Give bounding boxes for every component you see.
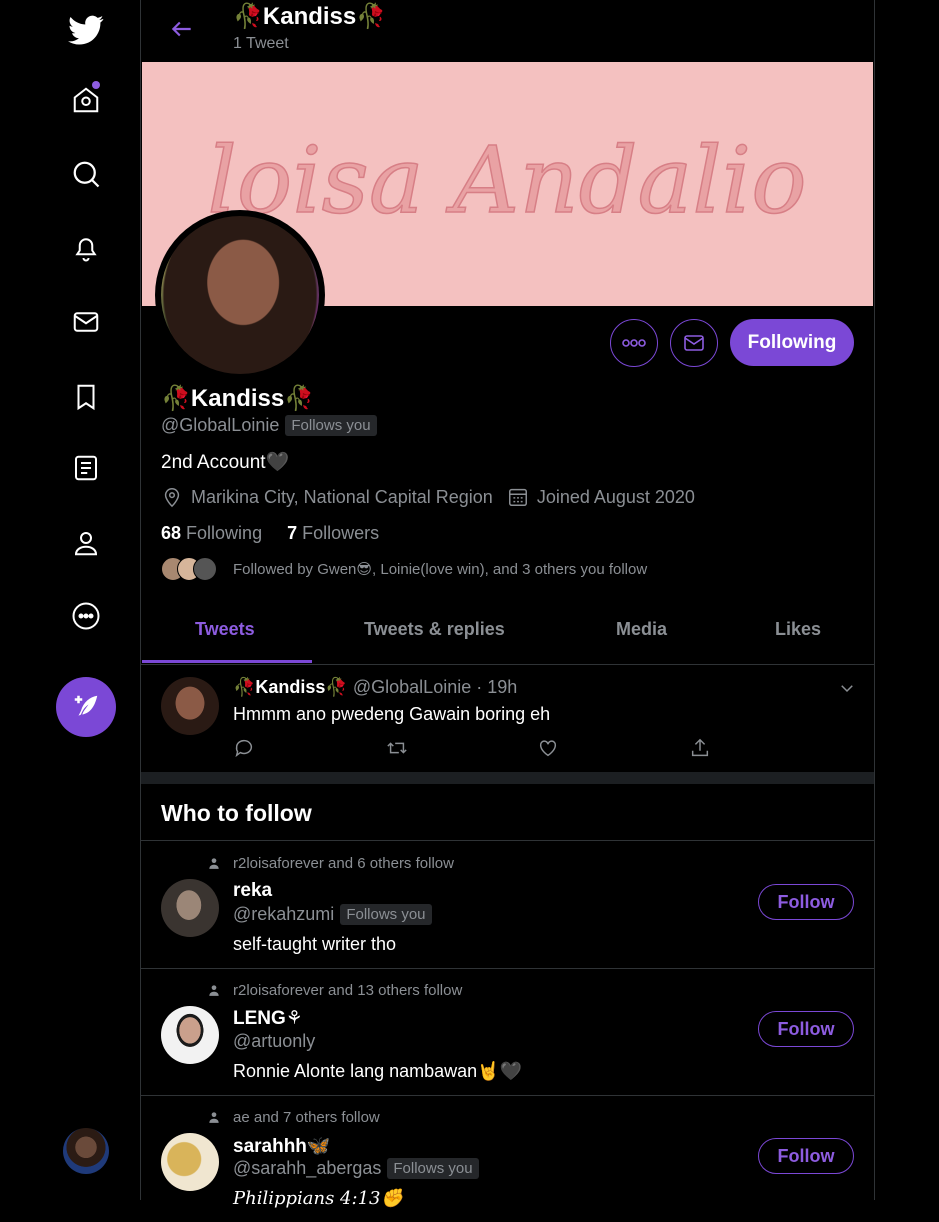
- following-count: 68: [161, 523, 182, 543]
- tab-media[interactable]: Media: [616, 619, 667, 640]
- suggestion-item[interactable]: r2loisaforever and 6 others follow reka …: [141, 841, 874, 969]
- share-icon[interactable]: [689, 737, 711, 764]
- messages-icon[interactable]: [56, 292, 116, 352]
- tweet-text: Hmmm ano pwedeng Gawain boring eh: [233, 704, 551, 724]
- suggestion-avatar[interactable]: [161, 879, 219, 937]
- notifications-icon[interactable]: [56, 218, 116, 278]
- sidebar-nav: [0, 0, 140, 1200]
- follow-button[interactable]: Follow: [758, 1011, 854, 1047]
- profile-tabs: Tweets Tweets & replies Media Likes: [141, 600, 874, 665]
- bookmarks-icon[interactable]: [56, 367, 116, 427]
- retweet-icon[interactable]: [385, 737, 409, 764]
- envelope-icon: [684, 335, 704, 351]
- chevron-down-icon[interactable]: [838, 679, 856, 702]
- profile-location: Marikina City, National Capital Region: [191, 486, 493, 507]
- more-dots-icon: [622, 339, 646, 347]
- following-label: Following: [186, 523, 263, 543]
- person-icon: [209, 1112, 219, 1123]
- suggestion-context-text: r2loisaforever and 13 others follow: [233, 982, 463, 999]
- who-to-follow-title: Who to follow: [161, 800, 312, 826]
- suggestion-bio: Philippians 4:13✊: [233, 1188, 403, 1209]
- followers-label: Followers: [302, 523, 380, 543]
- suggestion-avatar[interactable]: [161, 1133, 219, 1191]
- suggestion-context: ae and 7 others follow: [209, 1109, 380, 1126]
- home-icon[interactable]: [56, 70, 116, 130]
- follows-you-badge: Follows you: [285, 415, 377, 436]
- profile-avatar[interactable]: [155, 210, 325, 380]
- tweet-author-handle: @GlobalLoinie: [352, 677, 472, 697]
- follows-you-badge: Follows you: [340, 904, 432, 925]
- header-name: 🥀Kandiss🥀: [233, 3, 387, 30]
- suggestion-name[interactable]: LENG⚘: [233, 1007, 303, 1030]
- follower-avatar: [193, 557, 217, 581]
- following-button[interactable]: Following: [730, 319, 854, 366]
- banner-text: loisa Andalio: [207, 127, 806, 234]
- message-button[interactable]: [670, 319, 718, 367]
- suggestion-avatar[interactable]: [161, 1006, 219, 1064]
- followed-by-row[interactable]: Followed by Gwen😎, Loinie(love win), and…: [161, 557, 647, 581]
- followers-count-link[interactable]: 7 Followers: [287, 523, 379, 543]
- suggestion-context-text: ae and 7 others follow: [233, 1109, 380, 1126]
- tab-likes[interactable]: Likes: [775, 619, 821, 640]
- section-divider: [141, 772, 874, 784]
- suggestion-handle-row: @rekahzumi Follows you: [233, 904, 432, 925]
- profile-header-bar: 🥀Kandiss🥀 1 Tweet: [141, 0, 874, 62]
- profile-photo: [161, 216, 319, 374]
- like-icon[interactable]: [537, 737, 559, 764]
- tweet-avatar[interactable]: [161, 677, 219, 735]
- tab-tweets-replies[interactable]: Tweets & replies: [364, 619, 505, 640]
- more-options-button[interactable]: [610, 319, 658, 367]
- suggestion-handle-row: @artuonly: [233, 1031, 315, 1052]
- tweet-time: · 19h: [476, 677, 518, 697]
- more-icon[interactable]: [56, 586, 116, 646]
- tweet-header: 🥀Kandiss🥀 @GlobalLoinie · 19h: [233, 677, 517, 698]
- followed-by-text: Followed by Gwen😎, Loinie(love win), and…: [233, 561, 648, 578]
- active-tab-indicator: [142, 660, 312, 663]
- profile-counts: 68 Following 7 Followers: [161, 523, 379, 544]
- location-icon: [164, 488, 180, 508]
- header-tweet-count: 1 Tweet: [233, 35, 289, 52]
- suggestion-context-text: r2loisaforever and 6 others follow: [233, 855, 454, 872]
- suggestion-handle: @artuonly: [233, 1031, 316, 1051]
- profile-joined: Joined August 2020: [536, 486, 695, 507]
- suggestion-handle: @sarahh_abergas: [233, 1158, 382, 1178]
- tweet-author-name[interactable]: 🥀Kandiss🥀: [233, 677, 348, 697]
- explore-icon[interactable]: [56, 144, 116, 204]
- suggestion-item[interactable]: ae and 7 others follow sarahhh🦋 @sarahh_…: [141, 1095, 874, 1222]
- suggestion-handle: @rekahzumi: [233, 904, 335, 924]
- suggestion-bio: self-taught writer tho: [233, 934, 397, 954]
- person-icon: [209, 985, 219, 996]
- suggestion-context: r2loisaforever and 13 others follow: [209, 982, 463, 999]
- suggestion-name[interactable]: sarahhh🦋: [233, 1134, 331, 1158]
- suggestion-name[interactable]: reka: [233, 880, 272, 902]
- notification-dot: [92, 81, 100, 89]
- person-icon: [209, 858, 219, 869]
- twitter-logo-icon[interactable]: [56, 0, 116, 60]
- profile-bio: 2nd Account🖤: [161, 452, 290, 473]
- suggestion-bio: Ronnie Alonte lang nambawan🤘🖤: [233, 1061, 523, 1081]
- suggestion-context: r2loisaforever and 6 others follow: [209, 855, 454, 872]
- following-count-link[interactable]: 68 Following: [161, 523, 262, 543]
- follow-button[interactable]: Follow: [758, 884, 854, 920]
- follows-you-badge: Follows you: [387, 1158, 479, 1179]
- tab-tweets[interactable]: Tweets: [195, 619, 255, 640]
- reply-icon[interactable]: [233, 737, 255, 764]
- profile-handle-row: @GlobalLoinie Follows you: [161, 415, 377, 436]
- profile-icon[interactable]: [56, 513, 116, 573]
- suggestion-item[interactable]: r2loisaforever and 13 others follow LENG…: [141, 968, 874, 1096]
- profile-meta: Marikina City, National Capital Region J…: [161, 486, 695, 508]
- suggestion-handle-row: @sarahh_abergas Follows you: [233, 1158, 479, 1179]
- account-avatar[interactable]: [63, 1128, 109, 1174]
- profile-handle: @GlobalLoinie: [161, 415, 280, 435]
- tweet[interactable]: 🥀Kandiss🥀 @GlobalLoinie · 19h Hmmm ano p…: [141, 665, 874, 772]
- follow-button[interactable]: Follow: [758, 1138, 854, 1174]
- profile-name: 🥀Kandiss🥀: [161, 385, 315, 412]
- followers-count: 7: [287, 523, 298, 543]
- compose-tweet-button[interactable]: [56, 677, 116, 737]
- back-arrow-icon[interactable]: [169, 16, 195, 47]
- calendar-icon: [508, 488, 527, 506]
- lists-icon[interactable]: [56, 438, 116, 498]
- compose-icon: [74, 695, 98, 716]
- profile-column: 🥀Kandiss🥀 1 Tweet loisa Andalio Followin…: [140, 0, 875, 1209]
